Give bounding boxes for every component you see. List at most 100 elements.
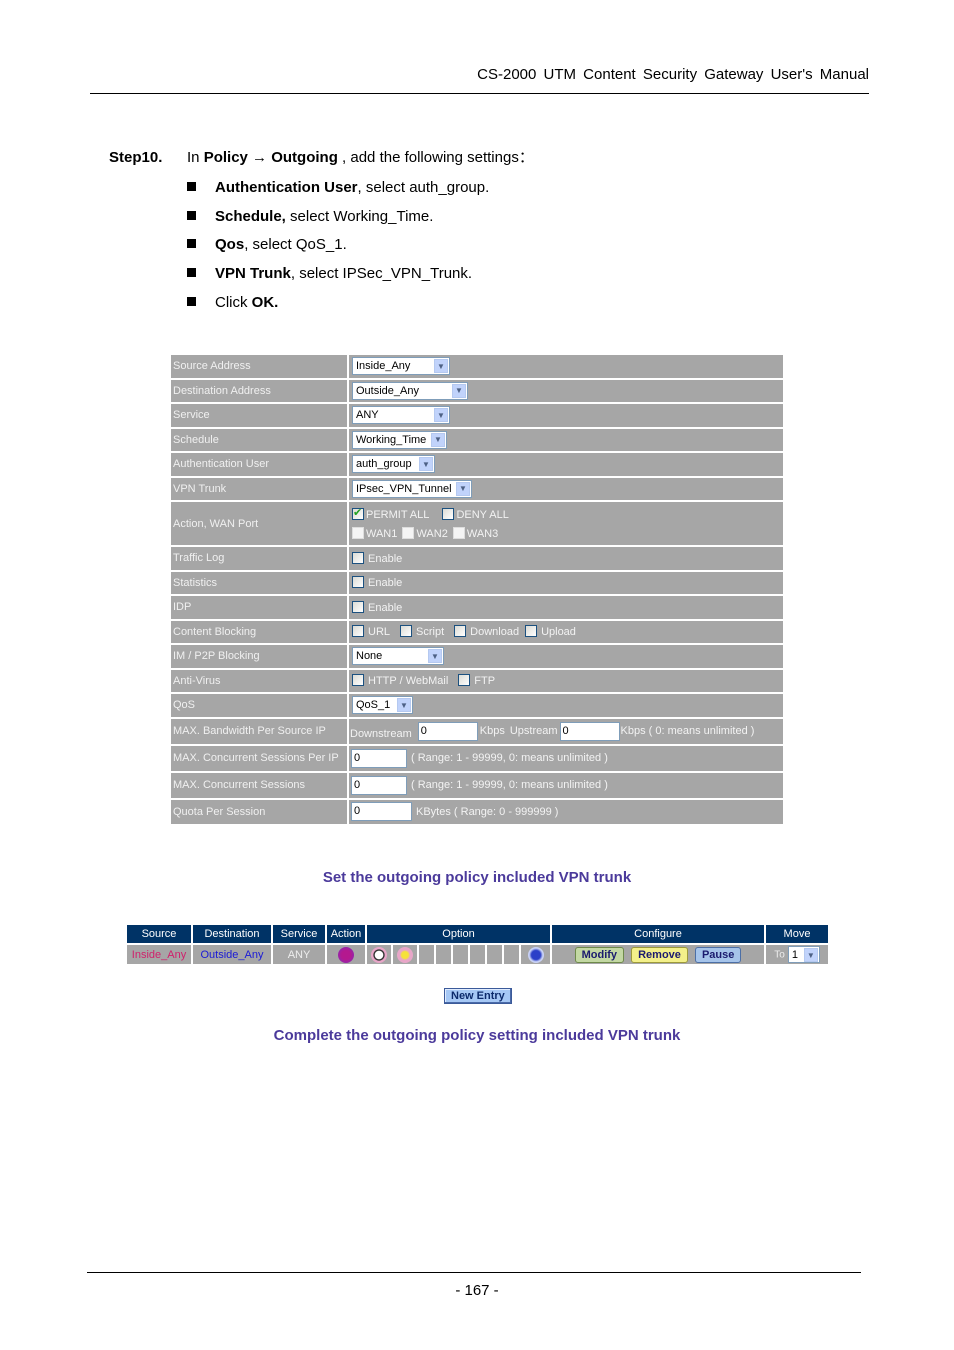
vpn-icon[interactable] — [338, 946, 354, 963]
row-max-bandwidth: MAX. Bandwidth Per Source IP Downstream … — [171, 718, 783, 746]
destination-address-select[interactable]: Outside_Any ▼ — [352, 381, 468, 400]
permit-all-checkbox[interactable]: PERMIT ALL — [352, 506, 430, 521]
option-slot — [393, 945, 417, 964]
new-entry-button[interactable]: New Entry — [444, 988, 512, 1004]
chevron-down-icon: ▼ — [434, 408, 448, 423]
label-im-p2p: IM / P2P Blocking — [171, 645, 347, 668]
label-traffic-log: Traffic Log — [171, 547, 347, 570]
header-source: Source — [127, 925, 191, 943]
label-statistics: Statistics — [171, 571, 347, 594]
deny-all-checkbox[interactable]: DENY ALL — [442, 507, 509, 521]
figure-caption-2: Complete the outgoing policy setting inc… — [273, 1027, 681, 1044]
quota-input[interactable]: 0 — [351, 802, 412, 821]
cell-source[interactable]: Inside_Any — [127, 943, 191, 964]
authentication-user-select[interactable]: auth_group ▼ — [352, 455, 435, 474]
option-label: PERMIT ALL — [366, 508, 430, 521]
wan1-checkbox[interactable]: WAN1 — [352, 526, 397, 540]
row-schedule: Schedule Working_Time ▼ — [171, 428, 783, 453]
checkbox-icon — [458, 674, 471, 687]
label-anti-virus: Anti-Virus — [171, 669, 347, 692]
checkbox-icon — [352, 526, 364, 539]
cell-configure: Modify Remove Pause — [552, 943, 764, 964]
checkbox-icon — [352, 625, 364, 638]
script-checkbox[interactable]: Script — [400, 625, 444, 638]
upstream-input[interactable]: 0 — [559, 721, 620, 741]
policy-table: Source Destination Service Action Option… — [125, 925, 830, 964]
step-text-suffix: , add the following settings： — [337, 149, 534, 166]
row-vpn-trunk: VPN Trunk IPsec_VPN_Tunnel ▼ — [171, 477, 783, 502]
wan2-checkbox[interactable]: WAN2 — [402, 526, 448, 540]
label-action-wan: Action, WAN Port — [171, 502, 347, 545]
header-service: Service — [273, 925, 325, 943]
checkbox-checked-icon — [352, 506, 364, 520]
modify-button[interactable]: Modify — [574, 946, 625, 963]
row-traffic-log: Traffic Log Enable — [171, 547, 783, 572]
bullet-icon — [187, 182, 196, 191]
source-address-select[interactable]: Inside_Any ▼ — [352, 357, 450, 376]
download-checkbox[interactable]: Download — [454, 625, 519, 638]
chevron-down-icon: ▼ — [803, 948, 818, 962]
chevron-down-icon: ▼ — [452, 383, 466, 398]
header-rule — [90, 93, 869, 94]
row-source-address: Source Address Inside_Any ▼ — [171, 355, 783, 380]
url-checkbox[interactable]: URL — [352, 625, 390, 638]
step-text: In — [187, 149, 204, 166]
checkbox-icon — [525, 625, 538, 638]
option-label: WAN3 — [466, 527, 499, 540]
qos-select[interactable]: QoS_1 ▼ — [352, 696, 413, 715]
cell-destination[interactable]: Outside_Any — [193, 943, 271, 964]
remove-button[interactable]: Remove — [631, 946, 688, 963]
statistics-checkbox[interactable]: Enable — [352, 576, 402, 589]
bullet-bold: Authentication User — [215, 179, 358, 196]
bullet-bold: Schedule, — [215, 207, 286, 225]
traffic-log-checkbox[interactable]: Enable — [352, 551, 403, 565]
schedule-select[interactable]: Working_Time ▼ — [352, 430, 447, 449]
auth-key-icon[interactable] — [397, 946, 413, 963]
bullet-text: , select auth_group. — [357, 179, 490, 196]
cell-move: To 1 ▼ — [766, 943, 828, 964]
move-to-select[interactable]: 1 ▼ — [787, 946, 820, 963]
http-webmail-checkbox[interactable]: HTTP / WebMail — [352, 674, 448, 687]
option-slot — [504, 945, 519, 964]
menu-path-outgoing: Outgoing — [271, 149, 338, 166]
option-label: Enable — [368, 601, 403, 614]
max-sessions-input[interactable]: 0 — [351, 775, 407, 795]
vpn-trunk-select[interactable]: IPsec_VPN_Tunnel ▼ — [352, 479, 472, 498]
select-value: auth_group — [356, 458, 412, 471]
pause-button[interactable]: Pause — [694, 946, 742, 963]
label-vpn-trunk: VPN Trunk — [171, 477, 347, 500]
chevron-down-icon: ▼ — [431, 432, 445, 447]
range-note: ( Range: 1 - 99999, 0: means unlimited ) — [411, 752, 608, 764]
option-label: HTTP / WebMail — [368, 675, 449, 688]
bullet-bold: OK. — [251, 293, 279, 311]
schedule-clock-icon[interactable] — [371, 946, 387, 963]
label-destination-address: Destination Address — [171, 379, 347, 402]
bullet-bold: VPN Trunk — [215, 265, 291, 283]
bullet-text: , select QoS_1. — [244, 236, 347, 254]
label-schedule: Schedule — [171, 428, 347, 451]
label-source-address: Source Address — [171, 355, 347, 378]
service-select[interactable]: ANY ▼ — [352, 406, 450, 425]
label-quota: Quota Per Session — [171, 799, 347, 824]
row-authentication-user: Authentication User auth_group ▼ — [171, 453, 783, 478]
cell-option — [367, 943, 550, 964]
option-label: Enable — [368, 552, 403, 565]
option-label: URL — [368, 626, 391, 639]
qos-icon[interactable] — [527, 946, 544, 963]
max-sessions-ip-input[interactable]: 0 — [351, 748, 407, 768]
ftp-checkbox[interactable]: FTP — [458, 674, 495, 687]
range-note: ( Range: 1 - 99999, 0: means unlimited ) — [411, 779, 608, 791]
label-service: Service — [171, 404, 347, 427]
option-slot — [470, 945, 485, 964]
checkbox-icon — [400, 625, 413, 638]
im-p2p-select[interactable]: None ▼ — [352, 647, 444, 666]
page-number: - 167 - — [455, 1282, 499, 1299]
row-content-blocking: Content Blocking URL Script Download Upl… — [171, 620, 783, 645]
select-value: 1 — [791, 948, 798, 961]
list-item: Qos, select QoS_1. — [187, 235, 489, 264]
wan3-checkbox[interactable]: WAN3 — [452, 526, 499, 540]
document-header: CS-2000 UTM Content Security Gateway Use… — [477, 66, 869, 83]
upload-checkbox[interactable]: Upload — [525, 625, 576, 638]
downstream-input[interactable]: 0 — [417, 721, 478, 741]
idp-checkbox[interactable]: Enable — [352, 600, 403, 614]
